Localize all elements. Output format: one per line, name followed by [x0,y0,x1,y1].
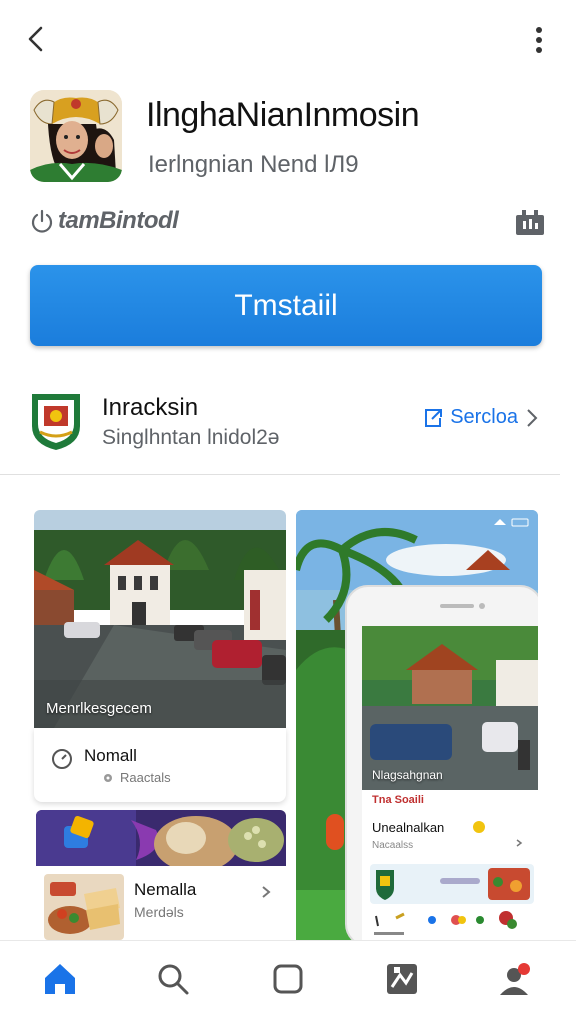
back-arrow-icon[interactable] [22,24,52,54]
phone-card-title: Unealnalkan [372,820,445,835]
chevron-right-icon [527,408,538,427]
status-bar-icons [492,514,532,527]
chevron-right-icon [516,839,523,847]
screenshot-1-card-sub: Raactals [120,770,171,785]
developer-link[interactable]: Sercloa [422,406,540,429]
developer-subtitle: Singlhntan lnidol2ə [102,426,280,449]
app-meta-label: tamBintodl [58,207,179,234]
screenshot-1-card-title: Nomall [84,746,137,765]
section-divider [0,474,560,475]
screenshot-2-card-sub: Merdəls [134,904,184,920]
square-icon [273,964,303,994]
app-subtitle: Ierlngnian Nend lЛ9 [148,151,359,178]
food-thumbnail-icon [44,874,124,940]
phone-screen-card[interactable]: Tna Soaili Unealnalkan Nacaalss [362,790,538,940]
home-icon [45,964,75,994]
app-title: IlnghaNianInmosin [146,96,420,134]
phone-red-label: Tna Soaili [372,794,424,806]
install-button[interactable]: Tmstaiil [30,265,542,346]
app-meta-row: tamBintodl [30,206,179,236]
developer-logo-icon [32,394,80,450]
screenshot-2[interactable] [36,810,286,866]
search-icon [158,964,189,995]
screenshot-3-overlay-label: Nlagsahgnan [372,768,443,782]
app-icon [30,90,122,182]
screenshot-1[interactable]: Menrlkesgecem [34,510,286,728]
timer-icon [52,749,72,769]
coin-icon [473,821,485,833]
nav-library[interactable] [382,959,422,999]
phone-card-sub: Nacaalss [372,840,414,851]
external-link-icon [425,408,443,427]
library-icon [387,964,417,994]
profile-icon [500,963,530,995]
power-icon [31,209,53,233]
screenshot-2-card[interactable]: Nemalla Merdəls [34,866,286,946]
top-bar [0,0,576,80]
nav-home[interactable] [40,959,80,999]
screenshot-1-card[interactable]: Nomall Raactals [34,728,286,802]
phone-card-content [370,864,534,935]
developer-link-label: Sercloa [450,406,518,428]
screenshot-1-overlay-label: Menrlkesgecem [46,700,152,717]
more-options-icon[interactable] [526,24,552,56]
screenshot-2-card-title: Nemalla [134,880,197,899]
share-icon[interactable] [514,207,546,237]
chevron-right-icon [262,886,271,898]
developer-name: Inracksin [102,394,199,421]
bottom-navigation [0,940,576,1024]
gear-icon [104,774,112,782]
nav-apps[interactable] [268,959,308,999]
nav-profile[interactable] [496,959,536,999]
nav-search[interactable] [153,959,193,999]
app-detail-page: IlnghaNianInmosin Ierlngnian Nend lЛ9 ta… [0,0,576,1024]
developer-row[interactable]: Inracksin Singlhntan lnidol2ə Sercloa [30,392,550,454]
